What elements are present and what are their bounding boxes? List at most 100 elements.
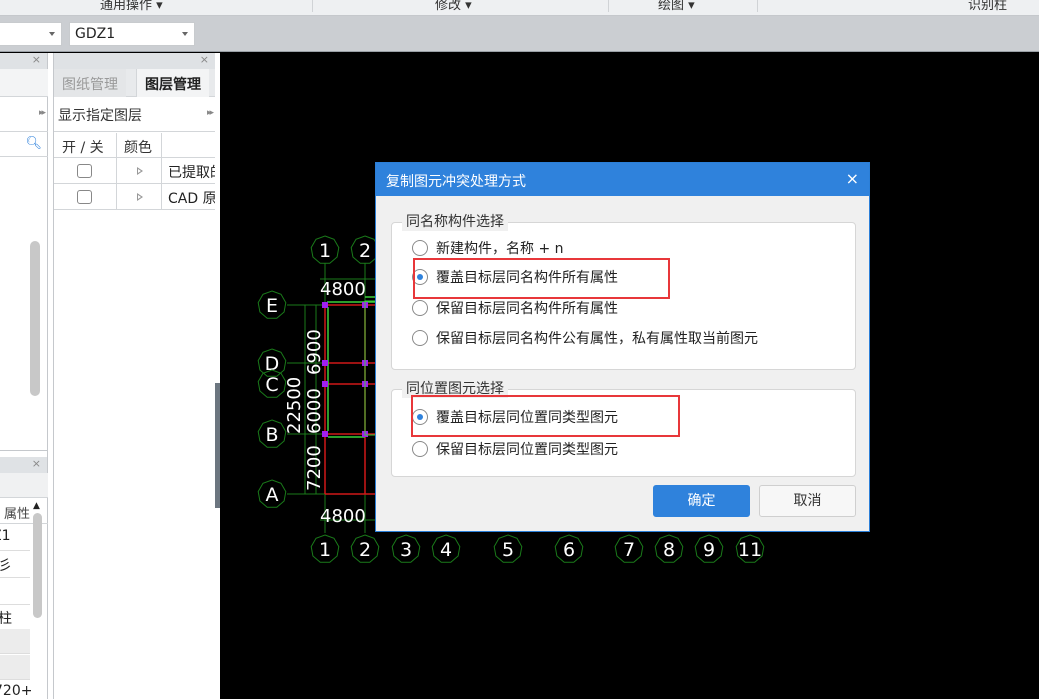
dim-text-left-6900: 6900 <box>304 329 325 375</box>
scroll-up-icon[interactable]: ▲ <box>33 501 40 511</box>
dialog-title: 复制图元冲突处理方式 <box>386 174 526 190</box>
component-combo-value: GDZ1 <box>75 26 116 42</box>
axis-bubble-b-label: B <box>265 424 278 446</box>
property-value[interactable]: Z1 <box>0 528 11 544</box>
radio-label: 新建构件，名称 + n <box>436 241 564 257</box>
ribbon-group-draw[interactable]: 绘图 ▾ <box>658 0 695 13</box>
layer-name: 已提取的CAD图层 <box>168 165 216 181</box>
cancel-button[interactable]: 取消 <box>759 485 856 517</box>
axis-bubble-bottom-1: 1 <box>310 534 340 563</box>
radio-button[interactable] <box>412 330 428 346</box>
chevron-down-icon <box>182 32 188 36</box>
expand-triangle-icon[interactable] <box>137 167 143 175</box>
radio-label: 保留目标层同位置同类型图元 <box>436 442 618 458</box>
axis-bubble-c-label: C <box>265 374 278 396</box>
scrollbar-thumb[interactable] <box>33 513 42 618</box>
ribbon-separator <box>757 0 758 12</box>
layer-panel-header: × <box>54 53 215 69</box>
layer-table-header: 开 / 关 颜色 <box>54 133 216 158</box>
ok-button[interactable]: 确定 <box>653 485 750 517</box>
axis-bubble-top-1-label: 1 <box>319 240 331 262</box>
axis-bubble-bottom-7-label: 7 <box>623 539 635 561</box>
copy-conflict-dialog: 复制图元冲突处理方式 × 同名称构件选择 新建构件，名称 + n 覆盖目标层同名… <box>375 162 870 532</box>
axis-bubble-bottom-4: 4 <box>431 534 461 563</box>
ribbon-group-identify-column[interactable]: 识别柱 <box>968 0 1007 13</box>
show-specified-layers-label: 显示指定图层 <box>58 108 142 124</box>
search-icon[interactable]: 🔍︎ <box>25 136 42 151</box>
col-header-color: 颜色 <box>124 140 152 156</box>
left-tabs-area <box>0 69 48 97</box>
same-name-group-legend: 同名称构件选择 <box>402 213 508 231</box>
divider <box>0 550 30 551</box>
dialog-titlebar: 复制图元冲突处理方式 × <box>376 163 869 196</box>
axis-bubble-c: C <box>257 369 287 398</box>
highlight-box <box>413 258 670 299</box>
radio-button[interactable] <box>412 441 428 457</box>
property-value[interactable]: 彡 <box>0 555 12 575</box>
radio-label: 保留目标层同名构件公有属性，私有属性取当前图元 <box>436 331 758 347</box>
layer-visibility-checkbox[interactable] <box>77 164 92 178</box>
property-row <box>0 629 30 654</box>
ribbon-separator <box>608 0 609 12</box>
axis-bubble-bottom-1-label: 1 <box>319 539 331 561</box>
axis-bubble-a: A <box>257 479 287 508</box>
radio-keep-same-position[interactable]: 保留目标层同位置同类型图元 <box>412 439 618 459</box>
left-search[interactable]: 🔍︎ <box>0 133 48 157</box>
property-col-header: 属性 <box>4 507 31 522</box>
scrollbar-thumb[interactable] <box>30 241 40 396</box>
layer-panel: × 图纸管理 图层管理 显示指定图层 ▸▸ 开 / 关 颜色 已提取的CAD图层… <box>53 53 216 699</box>
axis-bubble-bottom-9-label: 9 <box>703 539 715 561</box>
layer-row: CAD 原始图层 <box>54 185 216 210</box>
toolbar: GDZ1 <box>0 16 1039 52</box>
axis-bubble-bottom-9: 9 <box>694 534 724 563</box>
axis-bubble-bottom-11: 11 <box>735 534 765 563</box>
dim-text-bottom: 4800 <box>320 506 366 527</box>
axis-bubble-bottom-3-label: 3 <box>400 539 412 561</box>
component-combo[interactable]: GDZ1 <box>69 22 195 46</box>
tab-drawing-management[interactable]: 图纸管理 <box>54 69 126 97</box>
axis-bubble-top-2-label: 2 <box>359 240 371 262</box>
ribbon-group-common[interactable]: 通用操作 ▾ <box>100 0 163 13</box>
show-specified-layers[interactable]: 显示指定图层 ▸▸ <box>54 98 216 132</box>
axis-bubble-bottom-2: 2 <box>350 534 380 563</box>
axis-bubble-bottom-6-label: 6 <box>563 539 575 561</box>
layer-name: CAD 原始图层 <box>168 191 216 207</box>
properties-toolbar <box>0 473 48 498</box>
close-icon[interactable]: × <box>32 53 41 66</box>
expand-icon[interactable]: ▸▸ <box>39 108 46 118</box>
properties-panel-header: × <box>0 457 47 473</box>
expand-icon[interactable]: ▸▸ <box>207 108 214 118</box>
radio-new-component[interactable]: 新建构件，名称 + n <box>412 238 564 258</box>
ribbon-group-modify[interactable]: 修改 ▾ <box>435 0 472 13</box>
axis-bubble-b: B <box>257 419 287 448</box>
layer-panel-tabs: 图纸管理 图层管理 <box>54 69 216 97</box>
ribbon: 通用操作 ▾ 修改 ▾ 绘图 ▾ 识别柱 <box>0 0 1039 16</box>
dim-text-left-6000: 6000 <box>304 388 325 434</box>
axis-bubble-bottom-8-label: 8 <box>663 539 675 561</box>
expand-triangle-icon[interactable] <box>137 193 143 201</box>
radio-button[interactable] <box>412 240 428 256</box>
radio-keep-public-props[interactable]: 保留目标层同名构件公有属性，私有属性取当前图元 <box>412 328 758 348</box>
tab-layer-management[interactable]: 图层管理 <box>136 69 209 97</box>
axis-bubble-bottom-6: 6 <box>554 534 584 563</box>
ribbon-separator <box>312 0 313 12</box>
close-icon[interactable]: × <box>200 53 209 66</box>
axis-bubble-top-1: 1 <box>310 235 340 264</box>
layer-visibility-checkbox[interactable] <box>77 190 92 204</box>
radio-keep-all-props[interactable]: 保留目标层同名构件所有属性 <box>412 298 618 318</box>
axis-bubble-bottom-11-label: 11 <box>738 539 762 561</box>
property-value[interactable]: 柱 <box>0 608 12 628</box>
axis-bubble-bottom-4-label: 4 <box>440 539 452 561</box>
left-panel-header: × <box>0 53 47 69</box>
property-value[interactable]: 720+ <box>0 683 32 699</box>
dim-text-left-22500: 22500 <box>284 377 305 434</box>
radio-button[interactable] <box>412 300 428 316</box>
axis-bubble-bottom-8: 8 <box>654 534 684 563</box>
left-subheader: ▸▸ <box>0 98 48 132</box>
floor-combo[interactable] <box>0 22 62 46</box>
close-icon[interactable]: × <box>846 169 859 188</box>
close-icon[interactable]: × <box>32 457 41 470</box>
property-row <box>0 655 30 680</box>
axis-bubble-e-label: E <box>266 295 278 317</box>
dim-text-left-7200: 7200 <box>304 445 325 491</box>
